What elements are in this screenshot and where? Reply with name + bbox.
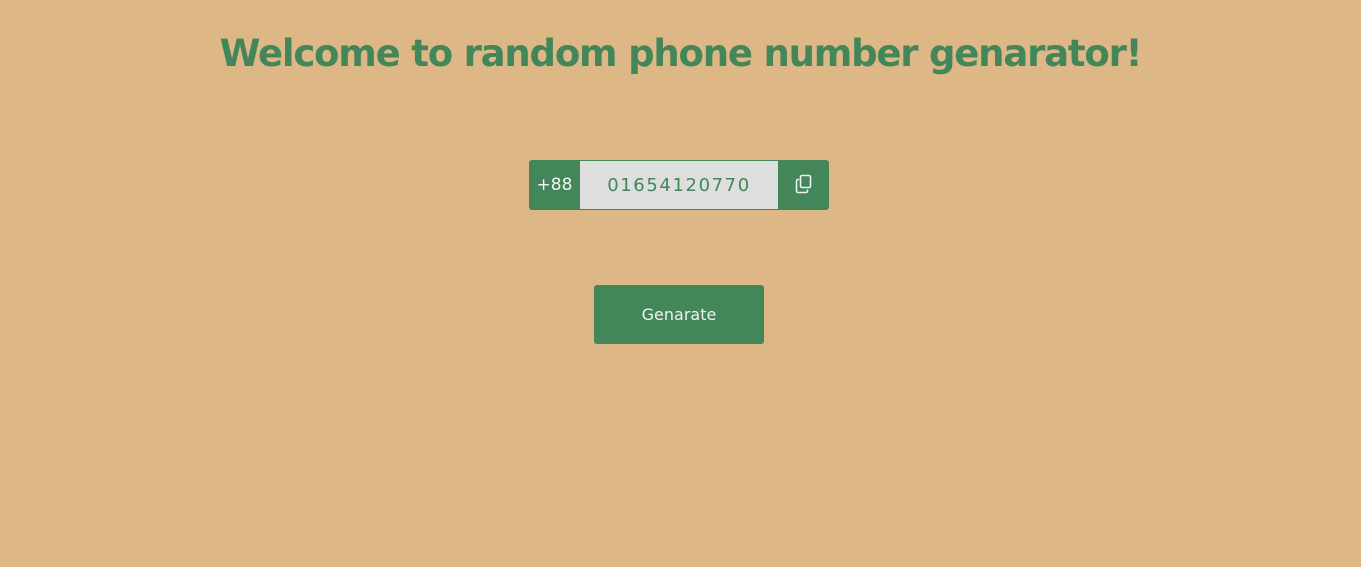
phone-number-group: +88 bbox=[529, 160, 829, 210]
phone-number-field[interactable] bbox=[580, 160, 778, 210]
country-code-prefix: +88 bbox=[529, 160, 580, 210]
copy-icon bbox=[793, 173, 815, 198]
copy-button[interactable] bbox=[778, 160, 829, 210]
page-title: Welcome to random phone number genarator… bbox=[219, 32, 1143, 75]
generate-button[interactable]: Genarate bbox=[594, 285, 764, 344]
page: Welcome to random phone number genarator… bbox=[0, 0, 1361, 567]
